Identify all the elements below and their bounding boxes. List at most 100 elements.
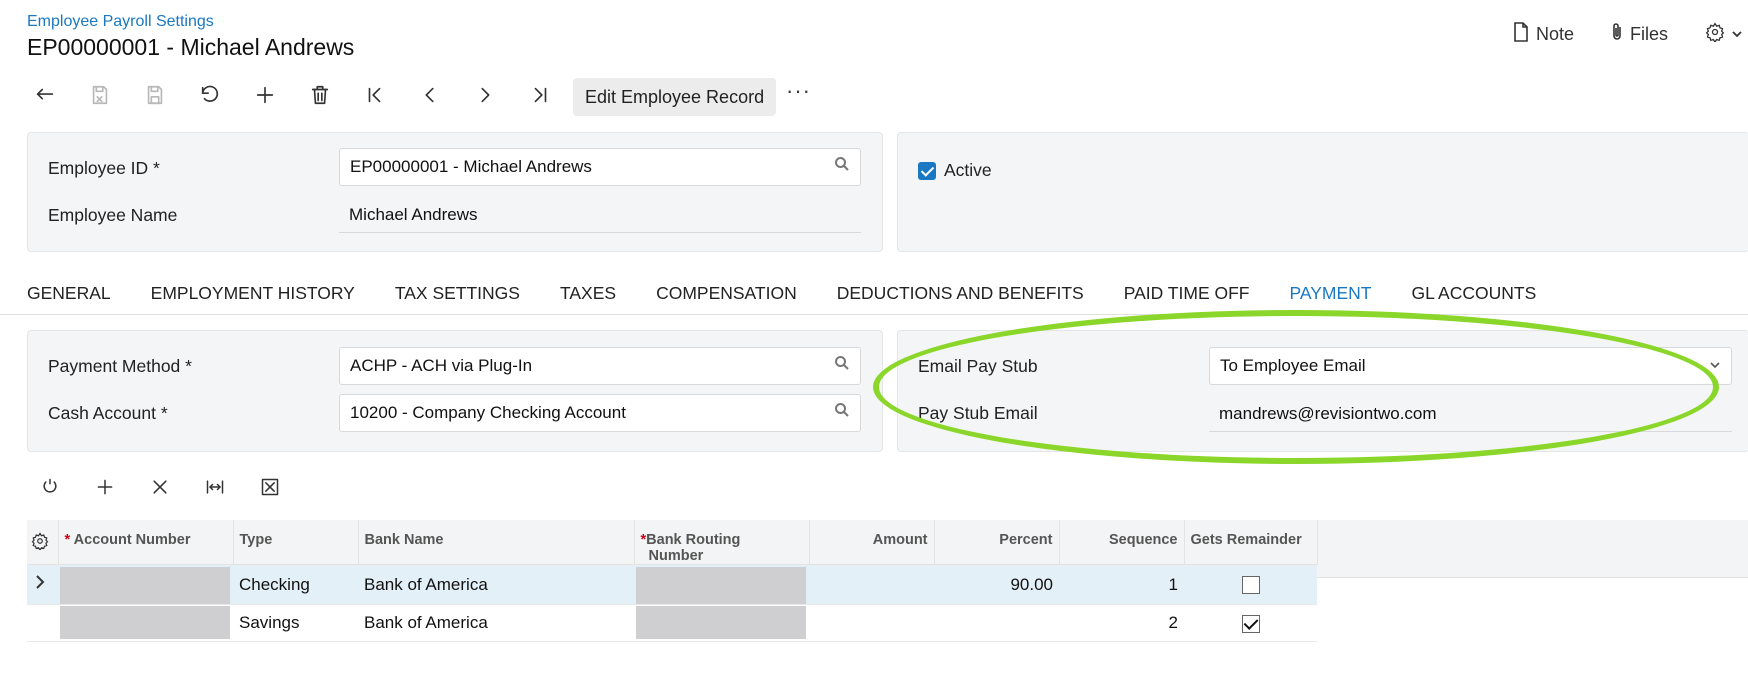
tab-payment[interactable]: PAYMENT	[1289, 283, 1372, 314]
add-button[interactable]	[248, 80, 282, 114]
first-icon	[364, 84, 386, 111]
column-bank-name-label: Bank Name	[364, 532, 444, 548]
undo-arrow-icon	[34, 84, 56, 111]
employee-id-value: EP00000001 - Michael Andrews	[350, 157, 592, 176]
redacted-routing-number	[636, 605, 806, 639]
bank-name-cell[interactable]: Bank of America	[358, 564, 634, 605]
column-gets-remainder-label: Gets Remainder	[1190, 532, 1302, 548]
refresh-icon	[40, 477, 60, 502]
chevron-right-icon[interactable]	[33, 575, 47, 594]
column-amount[interactable]: Amount	[809, 520, 935, 565]
refresh-button[interactable]	[35, 474, 65, 504]
tab-compensation[interactable]: COMPENSATION	[656, 283, 797, 314]
column-settings-header[interactable]	[27, 520, 59, 565]
gets-remainder-checkbox[interactable]	[1241, 614, 1260, 633]
chevron-down-icon	[1709, 348, 1721, 384]
gear-icon	[1705, 22, 1725, 47]
payment-method-label: Payment Method *	[48, 356, 192, 376]
search-icon[interactable]	[834, 348, 850, 384]
tab-divider	[0, 314, 1748, 315]
table-row[interactable]: Savings Bank of America 2	[27, 604, 1317, 642]
column-gets-remainder[interactable]: Gets Remainder	[1184, 520, 1318, 565]
cash-account-field[interactable]: 10200 - Company Checking Account	[339, 394, 861, 432]
delete-button[interactable]	[303, 80, 337, 114]
status-panel	[897, 132, 1748, 252]
email-pay-stub-value: To Employee Email	[1220, 356, 1366, 375]
percent-cell[interactable]	[934, 604, 1059, 642]
column-bank-routing-number[interactable]: *Bank Routing Number	[634, 520, 810, 565]
type-cell[interactable]: Savings	[233, 604, 358, 642]
settings-menu-button[interactable]	[1705, 22, 1743, 47]
files-label: Files	[1630, 24, 1669, 44]
grid-header-filler	[1316, 520, 1748, 578]
column-bank-routing-label-line2: Number	[648, 548, 704, 564]
amount-cell[interactable]	[809, 604, 934, 642]
payment-method-field[interactable]: ACHP - ACH via Plug-In	[339, 347, 861, 385]
row-expander[interactable]	[27, 564, 58, 605]
required-mark: *	[64, 532, 71, 548]
tab-tax-settings[interactable]: TAX SETTINGS	[395, 283, 520, 314]
delete-row-button[interactable]	[145, 474, 175, 504]
tab-general[interactable]: GENERAL	[27, 283, 111, 314]
edit-employee-record-button[interactable]: Edit Employee Record	[573, 78, 777, 116]
previous-record-button[interactable]	[413, 80, 447, 114]
account-number-cell[interactable]	[58, 604, 233, 642]
gets-remainder-cell[interactable]	[1184, 564, 1317, 605]
search-icon[interactable]	[834, 395, 850, 431]
column-account-number[interactable]: * Account Number	[58, 520, 234, 565]
table-row[interactable]: Checking Bank of America 90.00 1	[27, 564, 1317, 605]
gets-remainder-cell[interactable]	[1184, 604, 1317, 642]
column-bank-name[interactable]: Bank Name	[358, 520, 635, 565]
last-icon	[529, 84, 551, 111]
redacted-account-number	[60, 567, 230, 604]
column-account-number-label: Account Number	[73, 532, 191, 548]
last-record-button[interactable]	[523, 80, 557, 114]
column-amount-label: Amount	[872, 532, 928, 548]
account-number-cell[interactable]	[58, 564, 233, 605]
breadcrumb[interactable]: Employee Payroll Settings	[27, 13, 214, 31]
next-record-button[interactable]	[468, 80, 502, 114]
save-button[interactable]	[138, 80, 172, 114]
employee-id-field[interactable]: EP00000001 - Michael Andrews	[339, 148, 861, 186]
tab-gl-accounts[interactable]: GL ACCOUNTS	[1411, 283, 1536, 314]
sequence-cell[interactable]: 1	[1059, 564, 1184, 605]
routing-number-cell[interactable]	[634, 604, 809, 642]
more-actions-button[interactable]: ···	[786, 78, 811, 104]
routing-number-cell[interactable]	[634, 564, 809, 605]
active-checkbox[interactable]: Active	[918, 160, 992, 181]
first-record-button[interactable]	[358, 80, 392, 114]
tab-deductions-and-benefits[interactable]: DEDUCTIONS AND BENEFITS	[837, 283, 1084, 314]
save-and-close-button[interactable]	[83, 80, 117, 114]
gets-remainder-checkbox[interactable]	[1241, 576, 1260, 595]
tab-employment-history[interactable]: EMPLOYMENT HISTORY	[151, 283, 355, 314]
note-icon	[1512, 22, 1530, 47]
save-close-icon	[89, 84, 111, 111]
tab-taxes[interactable]: TAXES	[560, 283, 616, 314]
bank-name-cell[interactable]: Bank of America	[358, 604, 634, 642]
back-button[interactable]	[28, 80, 62, 114]
sequence-cell[interactable]: 2	[1059, 604, 1184, 642]
gear-icon[interactable]	[31, 532, 49, 554]
redacted-account-number	[60, 605, 230, 639]
note-button[interactable]: Note	[1512, 22, 1574, 47]
type-cell[interactable]: Checking	[233, 564, 358, 605]
search-icon[interactable]	[834, 149, 850, 185]
cash-account-value: 10200 - Company Checking Account	[350, 403, 626, 422]
row-expander	[27, 604, 58, 642]
active-label: Active	[944, 160, 992, 180]
percent-cell[interactable]: 90.00	[934, 564, 1059, 605]
column-type[interactable]: Type	[233, 520, 359, 565]
export-excel-button[interactable]	[255, 474, 285, 504]
files-button[interactable]: Files	[1610, 22, 1668, 47]
fit-columns-button[interactable]	[200, 474, 230, 504]
amount-cell[interactable]	[809, 564, 934, 605]
fit-width-icon	[205, 477, 225, 502]
add-row-button[interactable]	[90, 474, 120, 504]
cancel-changes-button[interactable]	[193, 80, 227, 114]
email-pay-stub-select[interactable]: To Employee Email	[1209, 347, 1732, 385]
column-sequence[interactable]: Sequence	[1059, 520, 1185, 565]
note-label: Note	[1536, 24, 1575, 44]
tab-paid-time-off[interactable]: PAID TIME OFF	[1124, 283, 1250, 314]
column-percent[interactable]: Percent	[934, 520, 1060, 565]
column-sequence-label: Sequence	[1109, 532, 1178, 548]
